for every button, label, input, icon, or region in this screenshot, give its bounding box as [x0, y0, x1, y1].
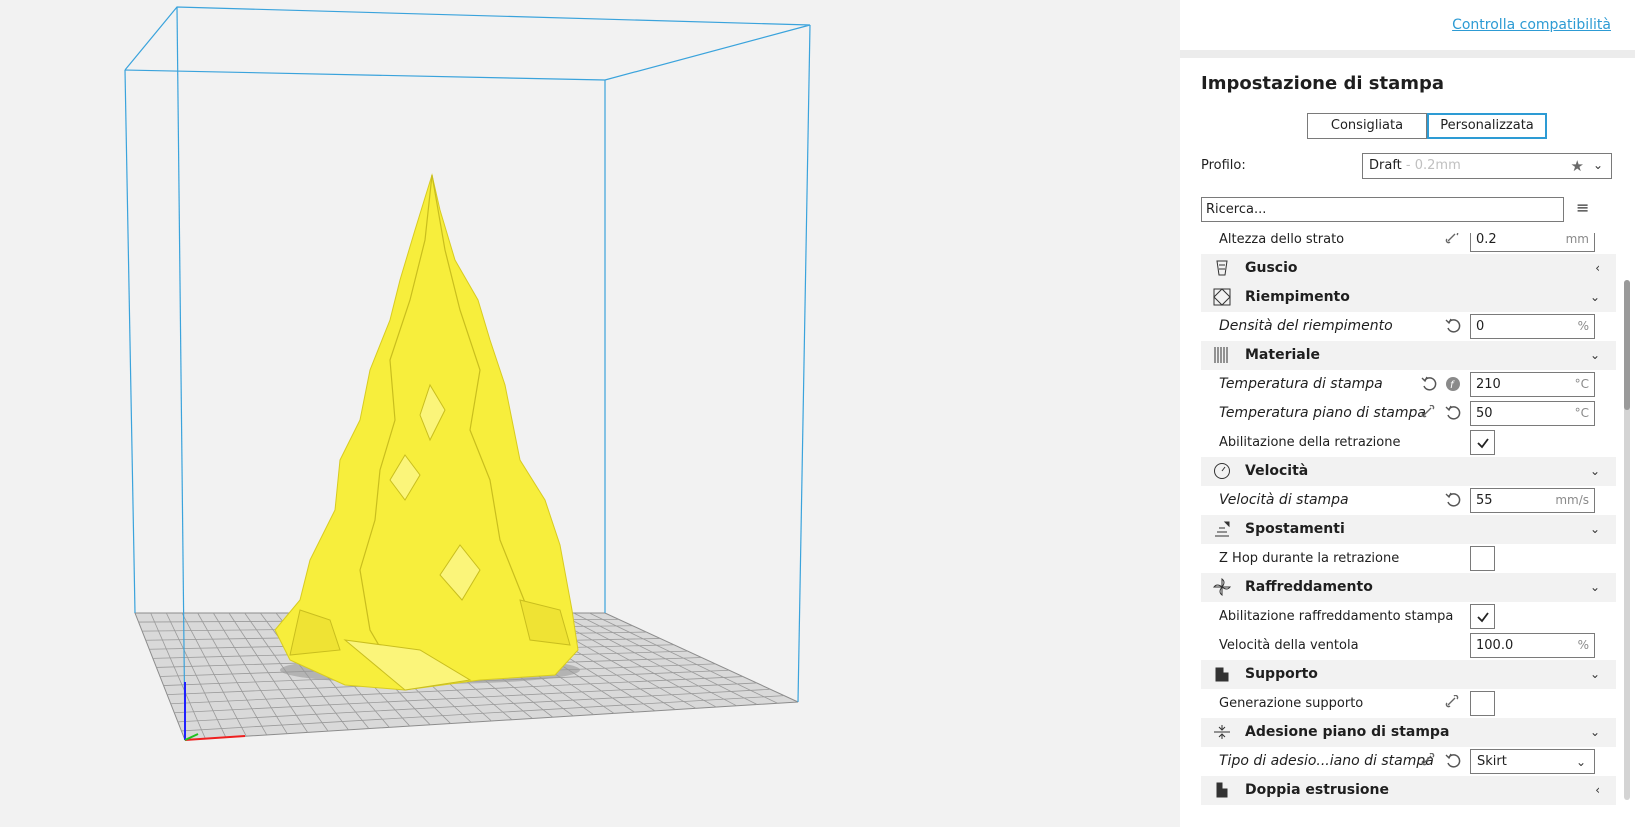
category-material[interactable]: Materiale ⌄ [1201, 341, 1616, 370]
settings-list[interactable]: Altezza dello strato 0.2 mm Guscio ‹ Riem… [1201, 233, 1616, 827]
fan-icon [1212, 577, 1232, 597]
adhesion-type-select[interactable]: Skirt ⌄ [1470, 749, 1595, 774]
chevron-down-icon: ⌄ [1589, 580, 1600, 594]
infill-icon [1213, 288, 1231, 306]
profile-sub: - 0.2mm [1401, 158, 1461, 173]
category-travel[interactable]: Spostamenti ⌄ [1201, 515, 1616, 544]
reset-icon[interactable] [1421, 376, 1437, 392]
reset-icon[interactable] [1445, 753, 1461, 769]
chevron-left-icon: ‹ [1595, 783, 1600, 797]
reset-icon[interactable] [1445, 318, 1461, 334]
chevron-left-icon: ‹ [1595, 261, 1600, 275]
setting-input[interactable]: 100.0% [1470, 633, 1595, 658]
setting-row-layer-height: Altezza dello strato 0.2 mm [1201, 233, 1616, 254]
recommended-mode-button[interactable]: Consigliata [1307, 113, 1427, 139]
setting-row-infill-density: Densità del riempimento 0% [1201, 312, 1616, 341]
adhesion-icon [1213, 723, 1231, 741]
compatibility-bar: Controlla compatibilità [1180, 0, 1635, 50]
settings-title: Impostazione di stampa [1201, 73, 1445, 94]
setting-row-adhesion-type: Tipo di adesio...iano di stampa Skirt ⌄ [1201, 747, 1616, 776]
chevron-down-icon: ⌄ [1589, 667, 1600, 681]
category-cooling[interactable]: Raffreddamento ⌄ [1201, 573, 1616, 602]
setting-row-fan-speed: Velocità della ventola 100.0% [1201, 631, 1616, 660]
profile-select[interactable]: Draft - 0.2mm ★ ⌄ [1362, 153, 1612, 179]
check-compatibility-link[interactable]: Controlla compatibilità [1452, 17, 1611, 33]
link-icon [1421, 404, 1437, 421]
category-adhesion[interactable]: Adesione piano di stampa ⌄ [1201, 718, 1616, 747]
setting-row-cooling-enable: Abilitazione raffreddamento stampa [1201, 602, 1616, 631]
function-icon[interactable]: f [1445, 376, 1461, 392]
category-dual-extrusion[interactable]: Doppia estrusione ‹ [1201, 776, 1616, 805]
link-icon [1445, 233, 1461, 247]
profile-value: Draft [1369, 158, 1402, 173]
category-infill[interactable]: Riempimento ⌄ [1201, 283, 1616, 312]
scene [124, 6, 811, 741]
setting-row-print-speed: Velocità di stampa 55 mm/s [1201, 486, 1616, 515]
category-support[interactable]: Supporto ⌄ [1201, 660, 1616, 689]
link-icon [1445, 694, 1461, 711]
travel-icon [1213, 520, 1231, 538]
material-icon [1213, 346, 1231, 364]
setting-input[interactable]: 210 °C [1470, 372, 1595, 397]
setting-row-support-generation: Generazione supporto [1201, 689, 1616, 718]
link-icon [1421, 752, 1437, 769]
tree-model[interactable] [274, 173, 579, 691]
setting-input[interactable]: 50 °C [1470, 401, 1595, 426]
setting-input[interactable]: 55 mm/s [1470, 488, 1595, 513]
3d-viewport[interactable] [0, 0, 1180, 827]
speed-icon [1213, 462, 1231, 480]
category-shell[interactable]: Guscio ‹ [1201, 254, 1616, 283]
category-speed[interactable]: Velocità ⌄ [1201, 457, 1616, 486]
settings-menu-icon[interactable]: ≡ [1576, 198, 1589, 217]
setting-row-zhop: Z Hop durante la retrazione [1201, 544, 1616, 573]
settings-search-input[interactable]: Ricerca... [1201, 197, 1564, 222]
setting-label: Altezza dello strato [1219, 233, 1345, 247]
retraction-checkbox[interactable] [1470, 430, 1495, 455]
chevron-down-icon: ⌄ [1589, 464, 1600, 478]
star-icon[interactable]: ★ [1571, 157, 1584, 175]
dual-extrusion-icon [1213, 781, 1231, 799]
reset-icon[interactable] [1445, 492, 1461, 508]
settings-scrollbar-thumb[interactable] [1624, 280, 1630, 410]
support-icon [1213, 665, 1231, 683]
chevron-down-icon: ⌄ [1592, 158, 1603, 172]
setting-row-print-temperature: Temperatura di stampa f 210 °C [1201, 370, 1616, 399]
setting-row-bed-temperature: Temperatura piano di stampa 50 °C [1201, 399, 1616, 428]
profile-label: Profilo: [1201, 158, 1246, 173]
cooling-checkbox[interactable] [1470, 604, 1495, 629]
zhop-checkbox[interactable] [1470, 546, 1495, 571]
custom-mode-button[interactable]: Personalizzata [1427, 113, 1547, 139]
chevron-down-icon: ⌄ [1589, 522, 1600, 536]
setting-row-retraction: Abilitazione della retrazione [1201, 428, 1616, 457]
chevron-down-icon: ⌄ [1589, 725, 1600, 739]
chevron-down-icon: ⌄ [1575, 755, 1586, 769]
chevron-down-icon: ⌄ [1589, 348, 1600, 362]
setting-input[interactable]: 0% [1470, 314, 1595, 339]
chevron-down-icon: ⌄ [1589, 290, 1600, 304]
shell-icon [1213, 259, 1231, 277]
reset-icon[interactable] [1445, 405, 1461, 421]
setting-input[interactable]: 0.2 mm [1470, 233, 1595, 252]
support-checkbox[interactable] [1470, 691, 1495, 716]
right-panel: Controlla compatibilità Impostazione di … [1180, 0, 1635, 827]
print-settings-panel: Impostazione di stampa Consigliata Perso… [1180, 58, 1635, 827]
